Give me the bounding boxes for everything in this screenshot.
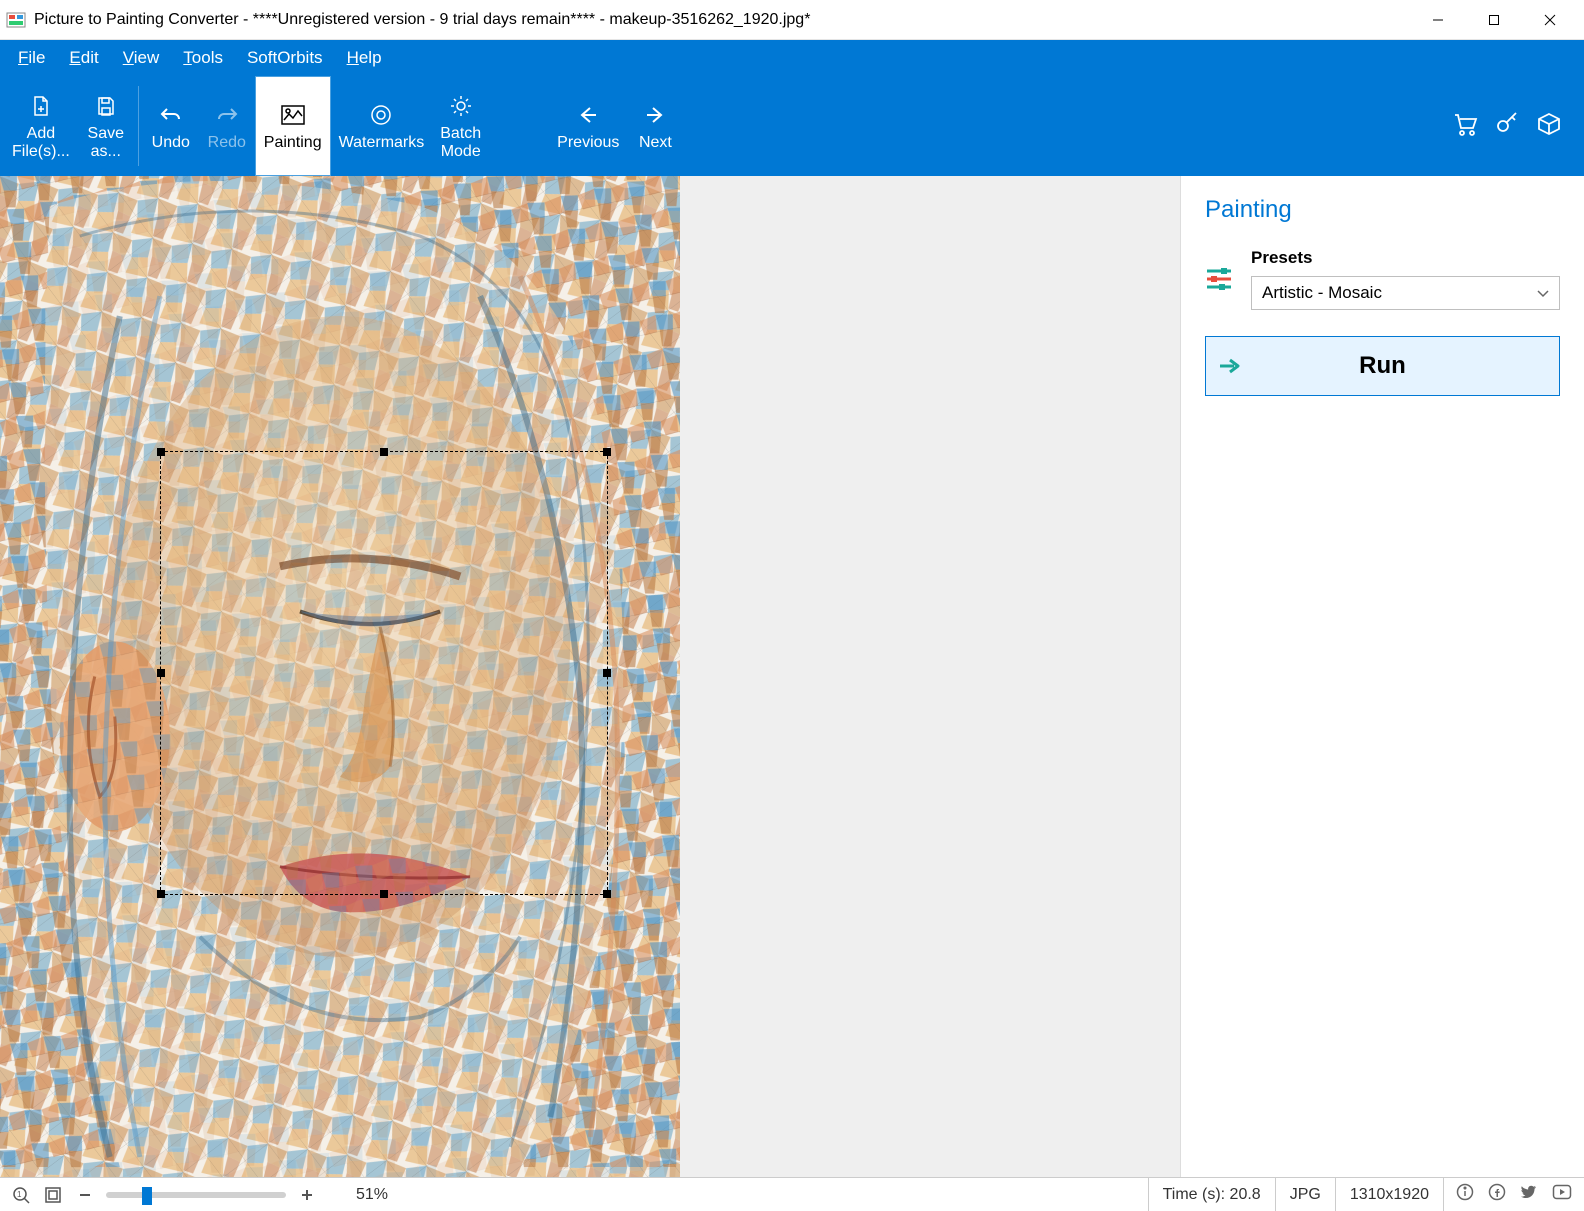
arrow-left-icon: [576, 100, 600, 130]
titlebar: Picture to Painting Converter - ****Unre…: [0, 0, 1584, 40]
zoom-actual-icon[interactable]: 1: [10, 1184, 32, 1206]
tool-label: Previous: [557, 134, 619, 152]
menu-help[interactable]: Help: [335, 44, 394, 72]
menu-view[interactable]: View: [111, 44, 172, 72]
twitter-icon[interactable]: [1520, 1183, 1538, 1206]
tool-label: AddFile(s)...: [12, 125, 70, 162]
tool-label: Painting: [264, 134, 322, 152]
zoom-percent: 51%: [356, 1186, 388, 1204]
resize-handle[interactable]: [380, 448, 388, 456]
tool-label: BatchMode: [440, 125, 481, 162]
painting-button[interactable]: Painting: [255, 76, 331, 176]
separator: [138, 86, 139, 166]
redo-button[interactable]: Redo: [199, 76, 255, 176]
zoom-fit-icon[interactable]: [42, 1184, 64, 1206]
save-icon: [94, 91, 118, 121]
presets-dropdown[interactable]: Artistic - Mosaic: [1251, 276, 1560, 310]
tool-label: Saveas...: [88, 125, 124, 162]
arrow-right-icon: [643, 100, 667, 130]
undo-button[interactable]: Undo: [143, 76, 199, 176]
close-button[interactable]: [1522, 0, 1578, 40]
side-panel: Painting Presets Artistic - Mosaic Run: [1180, 176, 1584, 1177]
menubar: File Edit View Tools SoftOrbits Help: [0, 40, 1584, 76]
run-arrow-icon: [1206, 357, 1254, 375]
presets-label: Presets: [1251, 248, 1560, 268]
resize-handle[interactable]: [603, 669, 611, 677]
gear-icon: [449, 91, 473, 121]
key-icon[interactable]: [1494, 111, 1520, 142]
info-icon[interactable]: [1456, 1183, 1474, 1206]
cart-icon[interactable]: [1452, 111, 1478, 142]
previous-button[interactable]: Previous: [549, 76, 627, 176]
painting-icon: [280, 100, 306, 130]
status-dimensions: 1310x1920: [1335, 1178, 1443, 1211]
youtube-icon[interactable]: [1552, 1184, 1572, 1205]
watermarks-button[interactable]: Watermarks: [331, 76, 433, 176]
package-icon[interactable]: [1536, 111, 1562, 142]
resize-handle[interactable]: [157, 669, 165, 677]
canvas-area: [0, 176, 1180, 1177]
tool-label: Redo: [208, 134, 246, 152]
resize-handle[interactable]: [603, 448, 611, 456]
redo-icon: [215, 100, 239, 130]
status-time: Time (s): 20.8: [1148, 1178, 1275, 1211]
selection-rectangle[interactable]: [160, 451, 608, 895]
toolbar: AddFile(s)... Saveas... Undo Redo Painti…: [0, 76, 1584, 176]
window-title: Picture to Painting Converter - ****Unre…: [34, 11, 1410, 29]
undo-icon: [159, 100, 183, 130]
status-format: JPG: [1275, 1178, 1335, 1211]
zoom-out-button[interactable]: [74, 1184, 96, 1206]
main-area: Painting Presets Artistic - Mosaic Run: [0, 176, 1584, 1177]
tool-label: Next: [639, 134, 672, 152]
slider-thumb[interactable]: [142, 1187, 152, 1205]
tool-label: Undo: [152, 134, 190, 152]
sliders-icon: [1205, 266, 1233, 295]
statusbar: 1 51% Time (s): 20.8 JPG 1310x1920: [0, 1177, 1584, 1211]
menu-file[interactable]: File: [6, 44, 57, 72]
menu-softorbits[interactable]: SoftOrbits: [235, 44, 335, 72]
zoom-slider[interactable]: [106, 1192, 286, 1198]
app-icon: [6, 10, 26, 30]
minimize-button[interactable]: [1410, 0, 1466, 40]
resize-handle[interactable]: [603, 890, 611, 898]
chevron-down-icon: [1537, 283, 1549, 303]
resize-handle[interactable]: [157, 448, 165, 456]
preset-value: Artistic - Mosaic: [1262, 283, 1382, 303]
menu-tools[interactable]: Tools: [171, 44, 235, 72]
batch-mode-button[interactable]: BatchMode: [432, 76, 489, 176]
add-file-icon: [29, 91, 53, 121]
add-files-button[interactable]: AddFile(s)...: [4, 76, 78, 176]
next-button[interactable]: Next: [627, 76, 683, 176]
gap: [489, 76, 549, 176]
maximize-button[interactable]: [1466, 0, 1522, 40]
watermark-icon: [369, 100, 393, 130]
tool-label: Watermarks: [339, 134, 425, 152]
run-label: Run: [1254, 352, 1559, 380]
menu-edit[interactable]: Edit: [57, 44, 110, 72]
save-as-button[interactable]: Saveas...: [78, 76, 134, 176]
zoom-in-button[interactable]: [296, 1184, 318, 1206]
facebook-icon[interactable]: [1488, 1183, 1506, 1206]
resize-handle[interactable]: [380, 890, 388, 898]
svg-text:1: 1: [17, 1190, 22, 1199]
panel-title: Painting: [1205, 196, 1560, 224]
run-button[interactable]: Run: [1205, 336, 1560, 396]
resize-handle[interactable]: [157, 890, 165, 898]
